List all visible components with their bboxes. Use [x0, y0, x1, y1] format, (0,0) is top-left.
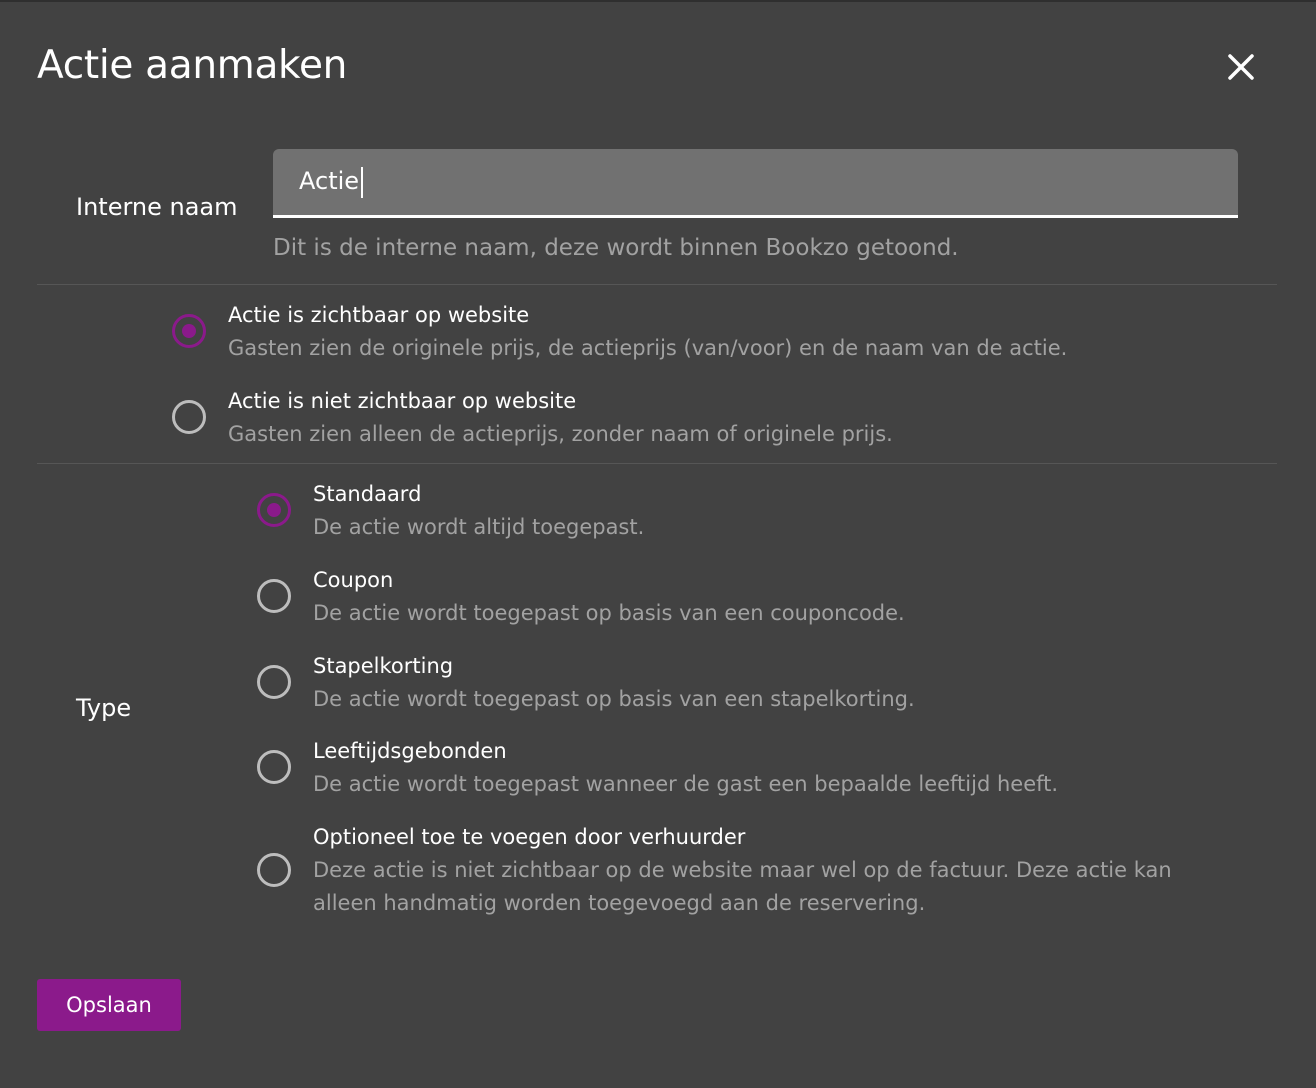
option-title: Stapelkorting — [313, 654, 454, 678]
internal-name-label: Interne naam — [76, 193, 238, 221]
option-description: De actie wordt toegepast op basis van ee… — [313, 687, 915, 711]
option-description: Deze actie is niet zichtbaar op de websi… — [313, 858, 1172, 915]
option-description: De actie wordt altijd toegepast. — [313, 515, 645, 539]
option-title: Standaard — [313, 482, 422, 506]
close-button[interactable] — [1220, 46, 1262, 88]
type-option-coupon[interactable]: Coupon De actie wordt toegepast op basis… — [257, 565, 1237, 635]
radio-unchecked[interactable] — [257, 750, 291, 784]
internal-name-input[interactable] — [299, 161, 1199, 201]
option-description: De actie wordt toegepast wanneer de gast… — [313, 772, 1059, 796]
radio-unchecked[interactable] — [257, 853, 291, 887]
internal-name-hint: Dit is de interne naam, deze wordt binne… — [273, 235, 959, 261]
option-title: Leeftijdsgebonden — [313, 739, 507, 763]
type-option-optioneel[interactable]: Optioneel toe te voegen door verhuurder … — [257, 822, 1237, 922]
option-title: Optioneel toe te voegen door verhuurder — [313, 825, 746, 849]
option-title: Coupon — [313, 568, 394, 592]
option-description: Gasten zien de originele prijs, de actie… — [228, 336, 1068, 360]
type-label: Type — [76, 694, 132, 722]
visibility-option-visible[interactable]: Actie is zichtbaar op website Gasten zie… — [172, 300, 1232, 370]
radio-unchecked[interactable] — [257, 665, 291, 699]
option-title: Actie is zichtbaar op website — [228, 303, 530, 327]
internal-name-field[interactable] — [273, 149, 1238, 218]
option-description: De actie wordt toegepast op basis van ee… — [313, 601, 905, 625]
type-option-stapelkorting[interactable]: Stapelkorting De actie wordt toegepast o… — [257, 651, 1237, 721]
text-caret — [361, 167, 363, 198]
type-option-leeftijdsgebonden[interactable]: Leeftijdsgebonden De actie wordt toegepa… — [257, 736, 1237, 806]
radio-checked[interactable] — [172, 314, 206, 348]
radio-checked[interactable] — [257, 493, 291, 527]
create-action-dialog: Actie aanmaken Interne naam Dit is de in… — [0, 0, 1316, 1088]
option-title: Actie is niet zichtbaar op website — [228, 389, 577, 413]
close-icon — [1228, 54, 1254, 80]
visibility-option-hidden[interactable]: Actie is niet zichtbaar op website Gaste… — [172, 386, 1232, 456]
section-divider — [37, 284, 1277, 285]
save-button[interactable]: Opslaan — [37, 979, 181, 1031]
section-divider — [37, 463, 1277, 464]
option-description: Gasten zien alleen de actieprijs, zonder… — [228, 422, 893, 446]
type-option-standaard[interactable]: Standaard De actie wordt altijd toegepas… — [257, 479, 1237, 549]
radio-unchecked[interactable] — [257, 579, 291, 613]
dialog-title: Actie aanmaken — [37, 43, 348, 88]
radio-unchecked[interactable] — [172, 400, 206, 434]
